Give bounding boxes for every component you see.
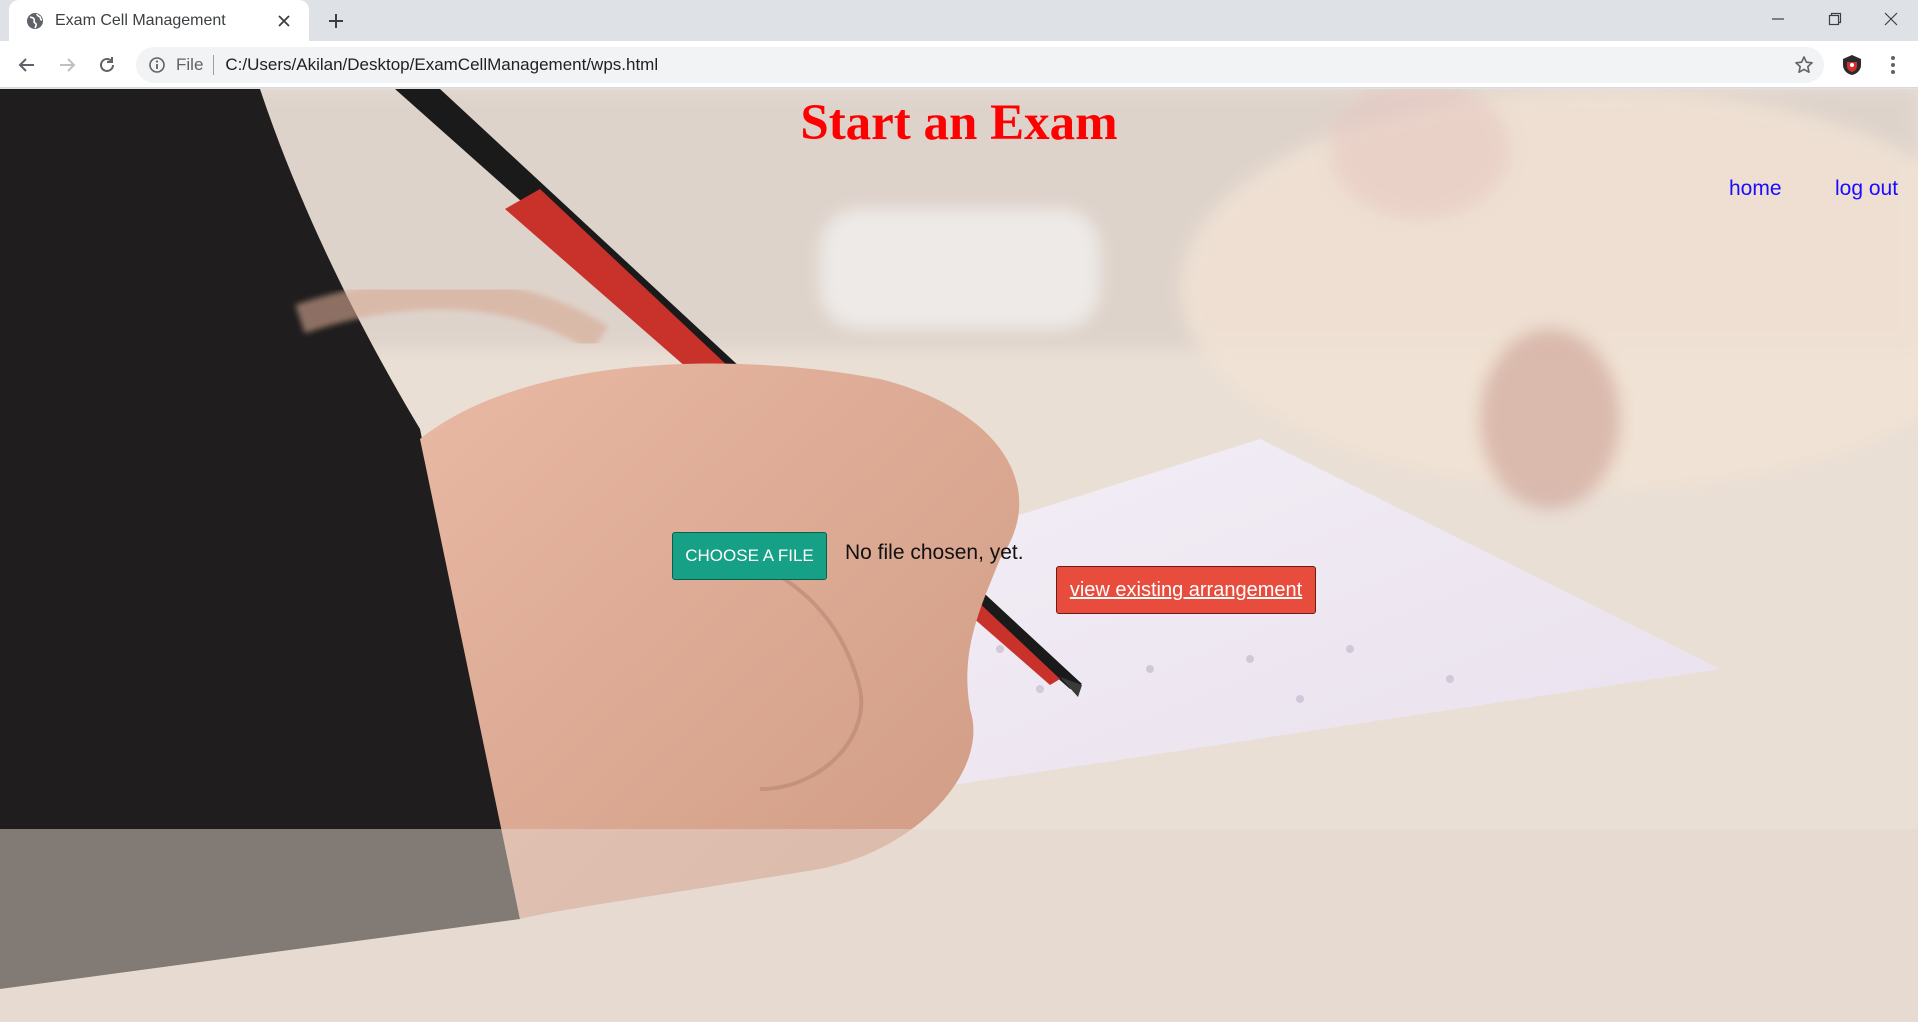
page-title: Start an Exam [800,95,1118,151]
view-arrangement-button[interactable]: view existing arrangement [1056,566,1316,614]
browser-toolbar: File C:/Users/Akilan/Desktop/ExamCellMan… [0,41,1918,88]
minimize-icon[interactable] [1749,0,1807,38]
home-link[interactable]: home [1729,177,1782,201]
more-menu-icon[interactable] [1880,51,1906,79]
close-window-icon[interactable] [1862,0,1918,38]
new-tab-button[interactable] [322,7,350,35]
forward-arrow-icon[interactable] [52,50,82,80]
address-url[interactable]: C:/Users/Akilan/Desktop/ExamCellManageme… [225,55,658,75]
info-icon[interactable] [148,56,166,74]
back-arrow-icon[interactable] [12,50,42,80]
globe-icon [25,11,45,31]
close-tab-icon[interactable] [273,10,295,32]
restore-icon[interactable] [1806,0,1864,38]
choose-file-button[interactable]: CHOOSE A FILE [672,532,827,580]
reload-icon[interactable] [92,50,122,80]
tab-strip: Exam Cell Management [0,0,1918,41]
bookmark-star-icon[interactable] [1794,55,1814,75]
tab-title: Exam Cell Management [55,11,226,29]
address-bar[interactable]: File C:/Users/Akilan/Desktop/ExamCellMan… [136,47,1824,83]
file-status-text: No file chosen, yet. [845,541,1024,564]
browser-tab[interactable]: Exam Cell Management [9,0,309,41]
address-scheme: File [176,55,204,74]
logout-link[interactable]: log out [1835,177,1898,201]
extension-icon[interactable] [1840,53,1864,77]
page-viewport: Start an Exam home log out CHOOSE A FILE… [0,89,1918,1022]
address-separator [213,55,215,75]
